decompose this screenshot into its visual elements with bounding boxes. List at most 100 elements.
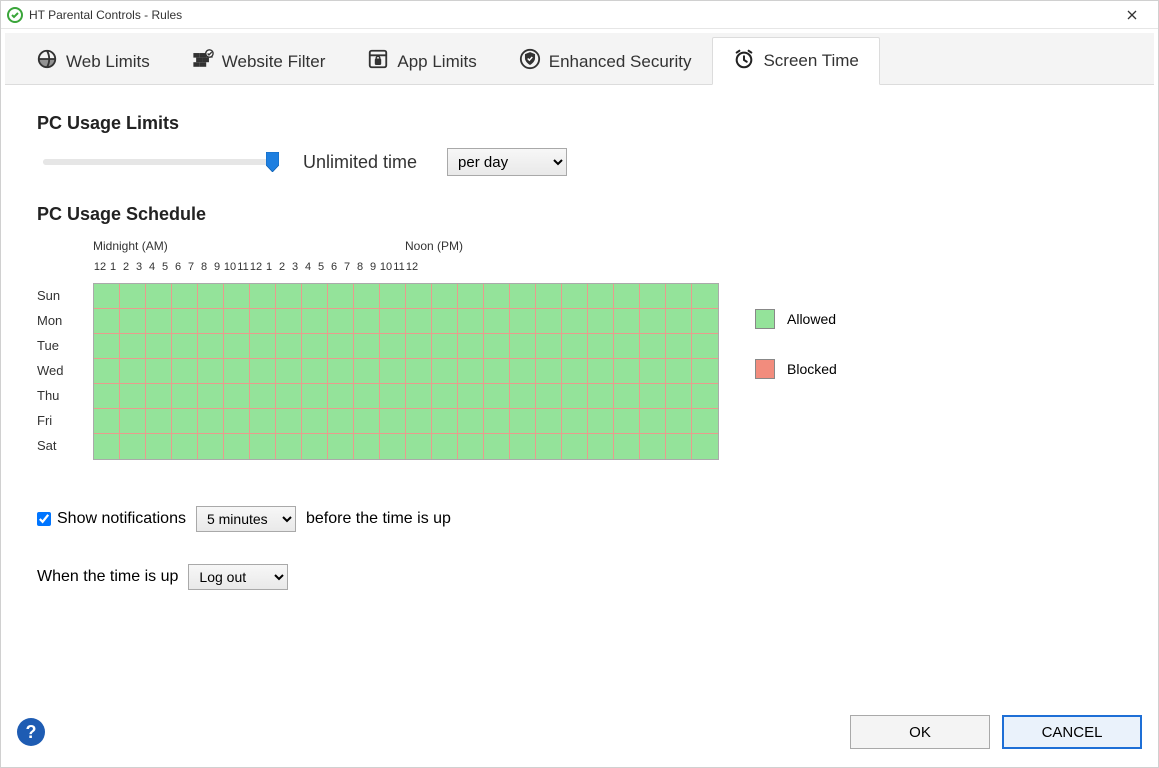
schedule-cell[interactable] <box>536 409 562 434</box>
schedule-cell[interactable] <box>172 309 198 334</box>
schedule-cell[interactable] <box>120 359 146 384</box>
schedule-grid[interactable] <box>93 283 719 460</box>
schedule-cell[interactable] <box>484 359 510 384</box>
schedule-cell[interactable] <box>510 409 536 434</box>
schedule-cell[interactable] <box>380 384 406 409</box>
schedule-cell[interactable] <box>380 284 406 309</box>
schedule-cell[interactable] <box>640 384 666 409</box>
schedule-cell[interactable] <box>224 384 250 409</box>
schedule-cell[interactable] <box>146 434 172 459</box>
schedule-cell[interactable] <box>94 284 120 309</box>
schedule-cell[interactable] <box>250 434 276 459</box>
schedule-cell[interactable] <box>666 359 692 384</box>
schedule-cell[interactable] <box>354 409 380 434</box>
schedule-cell[interactable] <box>302 309 328 334</box>
schedule-cell[interactable] <box>406 359 432 384</box>
schedule-cell[interactable] <box>146 359 172 384</box>
schedule-cell[interactable] <box>198 284 224 309</box>
schedule-cell[interactable] <box>458 309 484 334</box>
schedule-cell[interactable] <box>250 309 276 334</box>
schedule-cell[interactable] <box>510 334 536 359</box>
schedule-cell[interactable] <box>536 309 562 334</box>
schedule-cell[interactable] <box>458 434 484 459</box>
schedule-cell[interactable] <box>250 284 276 309</box>
schedule-cell[interactable] <box>458 409 484 434</box>
schedule-cell[interactable] <box>536 284 562 309</box>
schedule-cell[interactable] <box>406 284 432 309</box>
schedule-cell[interactable] <box>432 434 458 459</box>
schedule-cell[interactable] <box>588 434 614 459</box>
schedule-cell[interactable] <box>328 409 354 434</box>
notify-lead-select[interactable]: 5 minutes <box>196 506 296 532</box>
schedule-cell[interactable] <box>146 309 172 334</box>
schedule-cell[interactable] <box>406 334 432 359</box>
schedule-cell[interactable] <box>562 409 588 434</box>
schedule-cell[interactable] <box>302 434 328 459</box>
schedule-cell[interactable] <box>276 409 302 434</box>
schedule-cell[interactable] <box>692 384 718 409</box>
schedule-cell[interactable] <box>380 409 406 434</box>
schedule-cell[interactable] <box>432 359 458 384</box>
schedule-cell[interactable] <box>562 384 588 409</box>
schedule-cell[interactable] <box>588 334 614 359</box>
schedule-cell[interactable] <box>510 384 536 409</box>
show-notifications-checkbox-label[interactable]: Show notifications <box>37 510 186 528</box>
schedule-cell[interactable] <box>302 384 328 409</box>
schedule-cell[interactable] <box>224 434 250 459</box>
schedule-cell[interactable] <box>146 284 172 309</box>
schedule-cell[interactable] <box>640 334 666 359</box>
schedule-cell[interactable] <box>354 434 380 459</box>
schedule-cell[interactable] <box>536 359 562 384</box>
schedule-cell[interactable] <box>484 409 510 434</box>
show-notifications-checkbox[interactable] <box>37 512 51 526</box>
schedule-cell[interactable] <box>380 334 406 359</box>
schedule-cell[interactable] <box>354 309 380 334</box>
schedule-cell[interactable] <box>614 434 640 459</box>
schedule-cell[interactable] <box>120 284 146 309</box>
schedule-cell[interactable] <box>432 284 458 309</box>
schedule-cell[interactable] <box>666 309 692 334</box>
schedule-cell[interactable] <box>302 409 328 434</box>
schedule-cell[interactable] <box>562 434 588 459</box>
schedule-cell[interactable] <box>640 309 666 334</box>
schedule-cell[interactable] <box>510 284 536 309</box>
tab-app-limits[interactable]: App Limits <box>346 37 497 85</box>
schedule-cell[interactable] <box>458 359 484 384</box>
schedule-cell[interactable] <box>172 384 198 409</box>
schedule-cell[interactable] <box>614 384 640 409</box>
schedule-cell[interactable] <box>250 359 276 384</box>
cancel-button[interactable]: CANCEL <box>1002 715 1142 749</box>
schedule-cell[interactable] <box>94 334 120 359</box>
schedule-cell[interactable] <box>172 334 198 359</box>
schedule-cell[interactable] <box>328 434 354 459</box>
schedule-cell[interactable] <box>328 359 354 384</box>
schedule-cell[interactable] <box>484 434 510 459</box>
schedule-cell[interactable] <box>588 359 614 384</box>
schedule-cell[interactable] <box>614 309 640 334</box>
schedule-cell[interactable] <box>536 434 562 459</box>
schedule-cell[interactable] <box>94 409 120 434</box>
schedule-cell[interactable] <box>380 434 406 459</box>
schedule-cell[interactable] <box>614 284 640 309</box>
schedule-cell[interactable] <box>146 409 172 434</box>
schedule-cell[interactable] <box>562 284 588 309</box>
schedule-cell[interactable] <box>692 309 718 334</box>
schedule-cell[interactable] <box>276 334 302 359</box>
schedule-cell[interactable] <box>198 359 224 384</box>
schedule-cell[interactable] <box>146 384 172 409</box>
schedule-cell[interactable] <box>588 309 614 334</box>
schedule-cell[interactable] <box>120 409 146 434</box>
schedule-cell[interactable] <box>380 359 406 384</box>
schedule-cell[interactable] <box>484 384 510 409</box>
schedule-cell[interactable] <box>354 284 380 309</box>
schedule-cell[interactable] <box>406 309 432 334</box>
schedule-cell[interactable] <box>172 434 198 459</box>
schedule-cell[interactable] <box>562 309 588 334</box>
tab-website-filter[interactable]: Website Filter <box>171 37 347 85</box>
close-button[interactable] <box>1112 1 1152 29</box>
schedule-cell[interactable] <box>406 409 432 434</box>
schedule-cell[interactable] <box>276 284 302 309</box>
schedule-cell[interactable] <box>614 334 640 359</box>
usage-period-select[interactable]: per day <box>447 148 567 176</box>
schedule-cell[interactable] <box>328 334 354 359</box>
